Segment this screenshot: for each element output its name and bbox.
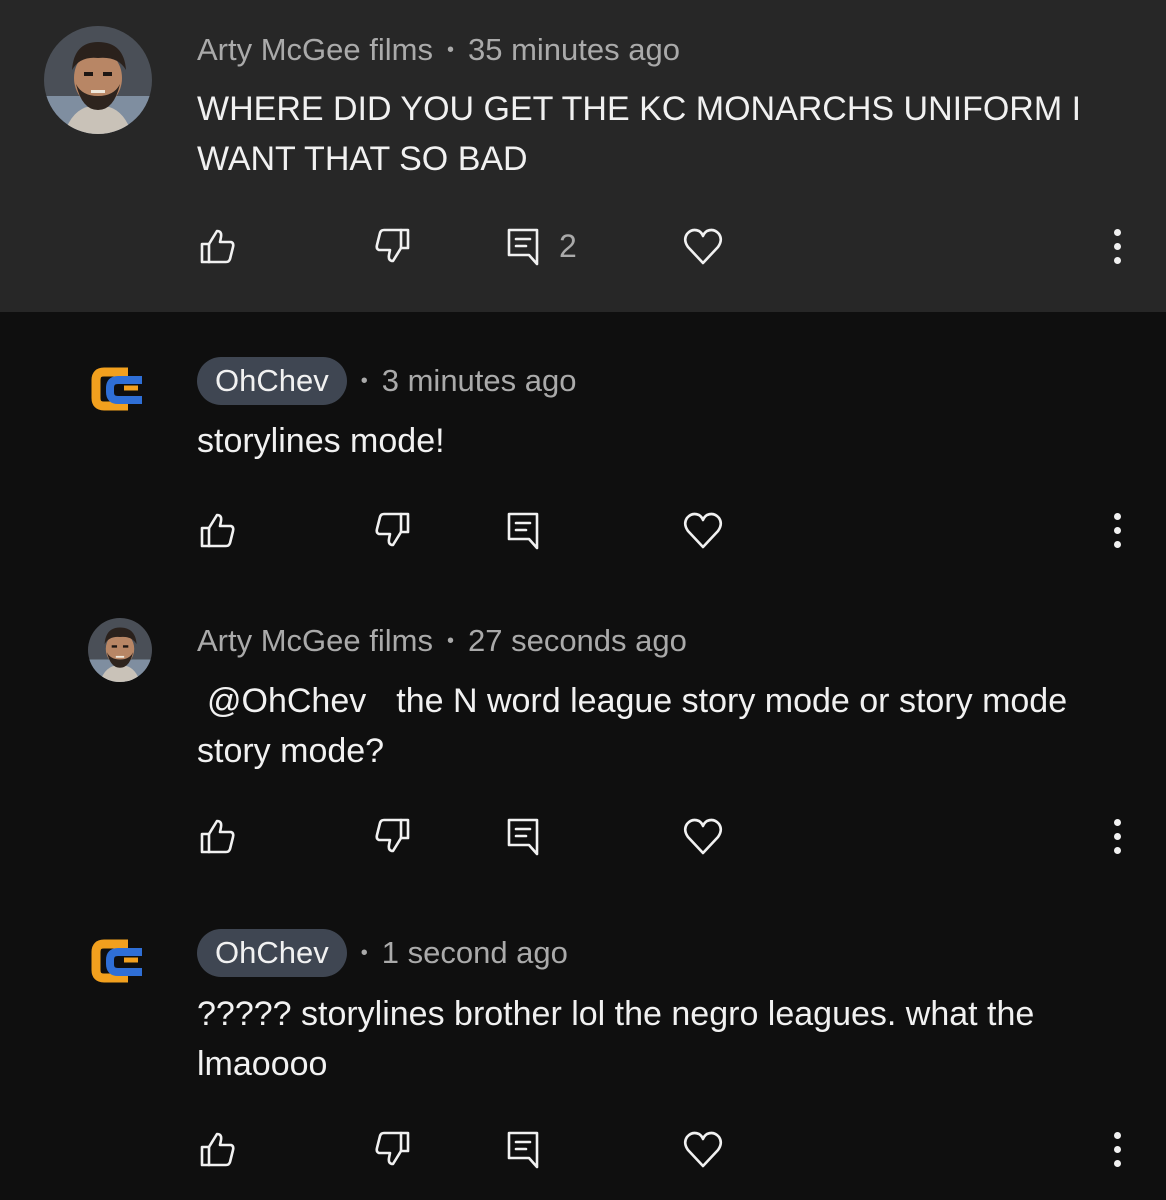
comment-header: Arty McGee films • 27 seconds ago <box>197 616 687 666</box>
thumbs-up-icon <box>200 819 235 854</box>
comment-actions <box>0 1119 1166 1179</box>
more-vertical-icon <box>1113 228 1121 236</box>
thumbs-up-icon <box>200 1132 235 1167</box>
reply-count[interactable]: 2 <box>559 228 577 265</box>
dislike-button[interactable] <box>372 216 412 276</box>
heart-button[interactable] <box>682 1119 724 1179</box>
separator-dot: • <box>360 941 368 964</box>
reply-icon <box>507 818 539 856</box>
reply-1: OhChev • 3 minutes ago storylines mode! <box>0 312 1166 592</box>
comment-text: storylines mode! <box>197 422 445 460</box>
comment-header: OhChev • 1 second ago <box>197 928 568 978</box>
reply-icon <box>507 512 539 550</box>
more-vertical-icon <box>1113 1131 1121 1139</box>
thumbs-down-icon <box>375 818 410 853</box>
reply-icon <box>507 1131 539 1169</box>
more-options-button[interactable] <box>1100 216 1134 276</box>
dislike-button[interactable] <box>372 1119 412 1179</box>
dislike-button[interactable] <box>372 806 412 866</box>
heart-button[interactable] <box>682 216 724 276</box>
like-button[interactable] <box>198 500 238 560</box>
comment-1: Arty McGee films • 35 minutes ago WHERE … <box>0 0 1166 312</box>
thumbs-down-icon <box>375 512 410 547</box>
reply-button[interactable]: 2 <box>505 216 577 276</box>
more-options-button[interactable] <box>1100 1119 1134 1179</box>
mention-link[interactable]: @OhChev <box>207 682 366 720</box>
more-vertical-icon <box>1113 512 1121 520</box>
separator-dot: • <box>360 369 368 392</box>
oc-logo-avatar-icon <box>91 367 142 411</box>
comment-header: OhChev • 3 minutes ago <box>197 356 576 406</box>
user-avatar[interactable] <box>44 26 152 134</box>
like-button[interactable] <box>198 806 238 866</box>
thumbs-up-icon <box>200 229 235 264</box>
more-options-button[interactable] <box>1100 806 1134 866</box>
comment-actions <box>0 806 1166 866</box>
thumbs-up-icon <box>200 513 235 548</box>
reply-icon <box>507 228 539 266</box>
comment-text: ????? storylines brother lol the negro l… <box>197 995 1035 1083</box>
timestamp[interactable]: 1 second ago <box>382 935 568 971</box>
timestamp[interactable]: 3 minutes ago <box>382 363 577 399</box>
reply-3: OhChev • 1 second ago ????? storylines b… <box>0 904 1166 1200</box>
reply-button[interactable] <box>505 806 541 866</box>
heart-icon <box>683 818 723 855</box>
reply-button[interactable] <box>505 1119 541 1179</box>
more-options-button[interactable] <box>1100 500 1134 560</box>
timestamp[interactable]: 35 minutes ago <box>468 32 680 68</box>
thumbs-down-icon <box>375 228 410 263</box>
heart-icon <box>683 1131 723 1168</box>
author-name[interactable]: Arty McGee films <box>197 623 433 659</box>
user-photo-avatar-icon <box>44 26 152 134</box>
oc-logo-avatar-icon <box>91 939 142 983</box>
user-avatar[interactable] <box>88 618 152 682</box>
comment-actions: 2 <box>0 216 1166 276</box>
heart-icon <box>683 512 723 549</box>
more-vertical-icon <box>1113 818 1121 826</box>
thumbs-down-icon <box>375 1131 410 1166</box>
comment-text: @OhChev the N word league story mode or s… <box>197 676 1127 776</box>
creator-author-badge[interactable]: OhChev <box>197 929 347 977</box>
author-name[interactable]: Arty McGee films <box>197 32 433 68</box>
creator-author-badge[interactable]: OhChev <box>197 357 347 405</box>
user-photo-avatar-icon <box>88 618 152 682</box>
heart-icon <box>683 228 723 265</box>
creator-avatar[interactable] <box>88 930 150 992</box>
separator-dot: • <box>446 629 454 652</box>
timestamp[interactable]: 27 seconds ago <box>468 623 687 659</box>
reply-2: Arty McGee films • 27 seconds ago @OhChe… <box>0 592 1166 904</box>
like-button[interactable] <box>198 1119 238 1179</box>
reply-button[interactable] <box>505 500 541 560</box>
like-button[interactable] <box>198 216 238 276</box>
comment-actions <box>0 500 1166 560</box>
separator-dot: • <box>446 38 454 61</box>
creator-avatar[interactable] <box>88 358 150 420</box>
dislike-button[interactable] <box>372 500 412 560</box>
heart-button[interactable] <box>682 500 724 560</box>
comment-header: Arty McGee films • 35 minutes ago <box>197 25 680 75</box>
heart-button[interactable] <box>682 806 724 866</box>
comment-text: WHERE DID YOU GET THE KC MONARCHS UNIFOR… <box>197 90 1082 178</box>
